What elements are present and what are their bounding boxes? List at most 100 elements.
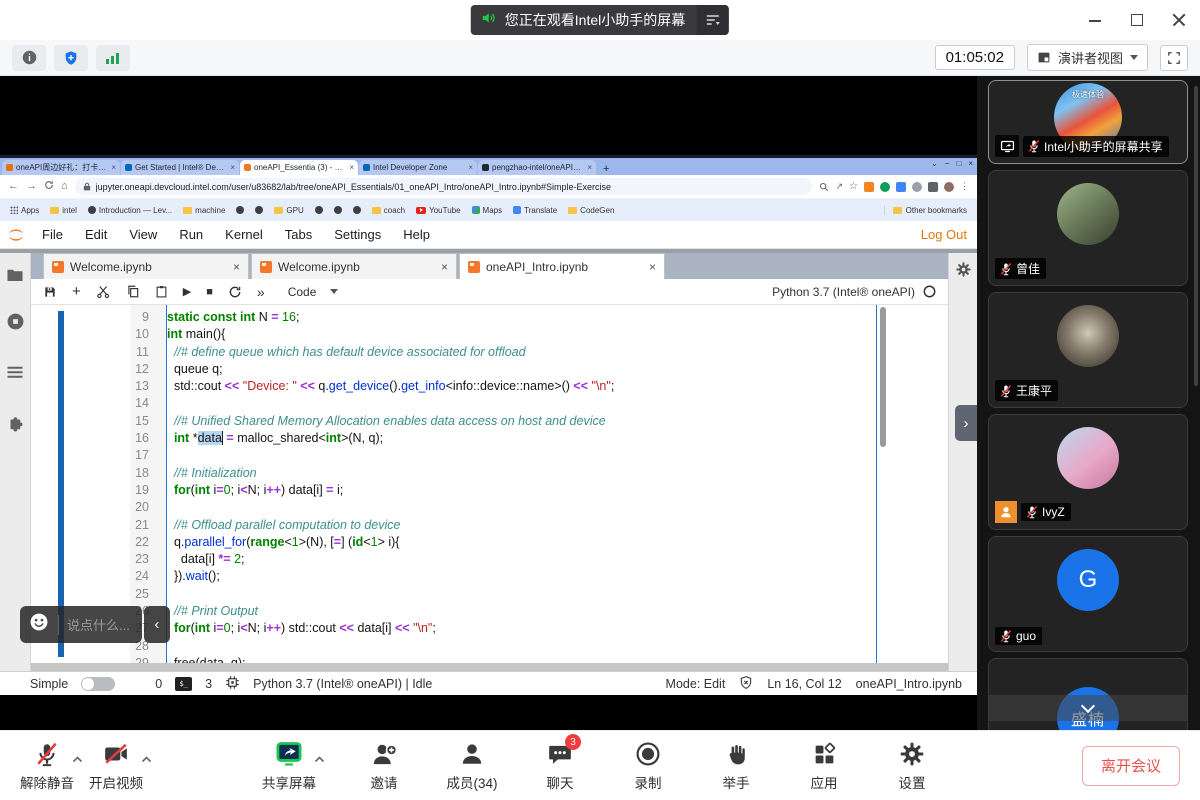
participant-tile[interactable]: 王康平 — [988, 292, 1188, 408]
code-line[interactable]: 12 queue q; — [31, 361, 948, 378]
run-all-icon[interactable]: » — [257, 284, 265, 300]
address-field[interactable]: jupyter.oneapi.devcloud.intel.com/user/u… — [75, 178, 813, 195]
menu-item-settings[interactable]: Settings — [323, 227, 392, 242]
zoom-icon[interactable] — [819, 182, 829, 192]
tab-close-icon[interactable]: × — [230, 163, 235, 172]
tab-close-icon[interactable]: × — [587, 163, 592, 172]
panel-expander-handle[interactable]: › — [955, 405, 977, 441]
code-line[interactable]: 21 //# Offload parallel computation to d… — [31, 517, 948, 534]
toolbar-button-chat[interactable]: 3聊天 — [529, 739, 591, 792]
code-line[interactable]: 24 }).wait(); — [31, 568, 948, 585]
menu-item-file[interactable]: File — [31, 227, 74, 242]
network-signal-icon[interactable] — [96, 45, 130, 71]
code-line[interactable]: 13 std::cout << "Device: " << q.get_devi… — [31, 378, 948, 395]
tab-close-icon[interactable]: × — [111, 163, 116, 172]
scroll-down-hint[interactable] — [989, 695, 1187, 721]
security-shield-icon[interactable] — [54, 45, 88, 71]
table-of-contents-icon[interactable] — [6, 366, 24, 385]
menu-item-edit[interactable]: Edit — [74, 227, 118, 242]
cursor-position[interactable]: Ln 16, Col 12 — [767, 677, 841, 691]
participant-tile[interactable]: 极速体验Intel小助手的屏幕共享 — [988, 80, 1188, 164]
browser-tab[interactable]: Get Started | Intel® DevCloud× — [121, 160, 239, 175]
menu-item-view[interactable]: View — [118, 227, 168, 242]
participant-tile[interactable]: 曾佳 — [988, 170, 1188, 286]
cell-type-dropdown[interactable]: Code — [288, 285, 339, 299]
toolbar-button-invite[interactable]: 邀请 — [353, 739, 415, 792]
toolbar-button-members[interactable]: 成员(34) — [441, 739, 503, 792]
running-kernels-icon[interactable] — [6, 312, 25, 336]
bookmark-item[interactable]: GPU — [274, 206, 303, 215]
minimize-button[interactable] — [1088, 13, 1102, 27]
emoji-smiley-icon[interactable] — [28, 611, 50, 638]
kernels-count[interactable]: 3 — [205, 677, 212, 691]
extension-icon[interactable] — [912, 182, 922, 192]
run-cell-icon[interactable]: ▶ — [183, 285, 191, 298]
participant-tile[interactable]: 盛楠 — [988, 658, 1188, 730]
code-line[interactable]: 15 //# Unified Shared Memory Allocation … — [31, 413, 948, 430]
toolbar-button-share-screen[interactable]: 共享屏幕 — [258, 739, 320, 792]
save-icon[interactable] — [43, 285, 57, 299]
kernel-status-text[interactable]: Python 3.7 (Intel® oneAPI) | Idle — [253, 677, 432, 691]
participants-scrollbar[interactable] — [1194, 86, 1198, 386]
stop-kernel-icon[interactable]: ■ — [206, 286, 213, 298]
bookmark-item[interactable] — [353, 206, 361, 214]
logout-button[interactable]: Log Out — [921, 227, 967, 242]
simple-mode-toggle[interactable] — [81, 677, 115, 691]
code-line[interactable]: 25 — [31, 586, 948, 603]
extensions-puzzle-icon[interactable] — [6, 415, 24, 438]
forward-icon[interactable]: → — [26, 181, 37, 192]
chevron-up-icon[interactable] — [141, 750, 152, 768]
bookmark-item[interactable] — [236, 206, 244, 214]
editor-horizontal-scrollbar[interactable] — [31, 663, 948, 671]
new-tab-button[interactable]: + — [597, 163, 615, 175]
toolbar-button-hand[interactable]: 举手 — [705, 739, 767, 792]
browser-window-controls[interactable]: ⌄−□× — [931, 159, 973, 168]
toolbar-button-apps[interactable]: 应用 — [793, 739, 855, 792]
browser-tab[interactable]: oneAPI_Essentia (3) - JupyterLab× — [240, 160, 358, 175]
chevron-up-icon[interactable] — [314, 750, 325, 768]
toolbar-button-record[interactable]: 录制 — [617, 739, 679, 792]
view-mode-selector[interactable]: 演讲者视图 — [1027, 44, 1148, 71]
extension-icon[interactable] — [880, 182, 890, 192]
share-page-icon[interactable]: ↗ — [835, 181, 843, 192]
tab-close-icon[interactable]: × — [468, 163, 473, 172]
toolbar-button-gear[interactable]: 设置 — [881, 739, 943, 792]
meeting-info-icon[interactable] — [12, 45, 46, 71]
browser-tab[interactable]: oneAPI周边好礼：打卡1介绍_阿× — [2, 160, 120, 175]
notebook-tab-close-icon[interactable]: × — [233, 260, 240, 274]
home-icon[interactable]: ⌂ — [61, 181, 68, 192]
extension-icon[interactable] — [896, 182, 906, 192]
editor-vertical-scrollbar[interactable] — [880, 307, 886, 447]
menu-item-help[interactable]: Help — [392, 227, 441, 242]
code-line[interactable]: 9static const int N = 16; — [31, 309, 948, 326]
bookmark-item[interactable]: YouTube — [416, 206, 460, 215]
menu-item-tabs[interactable]: Tabs — [274, 227, 323, 242]
browser-extension-icons[interactable]: ↗ ☆ ⋮ — [819, 181, 969, 192]
bookmark-item[interactable]: Introduction — Lev... — [88, 206, 172, 215]
chevron-up-icon[interactable] — [72, 750, 83, 768]
quick-chat-input[interactable]: 说点什么... — [20, 606, 142, 643]
toolbar-button-mic-off[interactable]: 解除静音 — [16, 739, 78, 792]
back-icon[interactable]: ← — [8, 181, 19, 192]
property-inspector-gear-icon[interactable] — [949, 261, 977, 278]
reload-icon[interactable] — [44, 180, 54, 193]
code-line[interactable]: 22 q.parallel_for(range<1>(N), [=] (id<1… — [31, 534, 948, 551]
bookmark-item[interactable]: machine — [183, 206, 225, 215]
code-line[interactable]: 11 //# define queue which has default de… — [31, 344, 948, 361]
kernel-name[interactable]: Python 3.7 (Intel® oneAPI) — [772, 285, 915, 299]
bookmark-star-icon[interactable]: ☆ — [849, 181, 858, 192]
notebook-tab[interactable]: Welcome.ipynb× — [251, 253, 457, 279]
toolbar-button-cam-off[interactable]: 开启视频 — [85, 739, 147, 792]
notebook-tab[interactable]: oneAPI_Intro.ipynb× — [459, 253, 665, 279]
bookmark-item[interactable] — [255, 206, 263, 214]
notebook-tab[interactable]: Welcome.ipynb× — [43, 253, 249, 279]
bookmark-item[interactable]: coach — [372, 206, 405, 215]
other-bookmarks[interactable]: Other bookmarks — [884, 206, 967, 215]
puzzle-extensions-icon[interactable] — [928, 182, 938, 192]
copy-cells-icon[interactable] — [126, 284, 140, 299]
notebook-tab-close-icon[interactable]: × — [649, 260, 656, 274]
paste-cells-icon[interactable] — [155, 284, 168, 299]
code-line[interactable]: 16 int *data = malloc_shared<int>(N, q); — [31, 430, 948, 447]
code-line[interactable]: 18 //# Initialization — [31, 465, 948, 482]
notebook-tab-close-icon[interactable]: × — [441, 260, 448, 274]
